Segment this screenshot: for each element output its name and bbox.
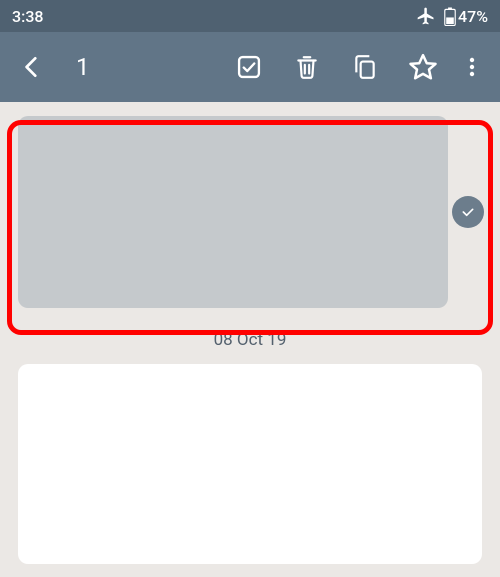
status-time: 3:38 [12, 7, 44, 26]
date-separator: 08 Oct 19 [0, 330, 500, 350]
note-card-selected[interactable] [18, 116, 448, 308]
battery-icon: 47% [444, 7, 488, 26]
status-bar: 3:38 47% [0, 0, 500, 32]
favorite-button[interactable] [394, 52, 452, 82]
selected-check-icon [452, 196, 484, 228]
airplane-mode-icon [416, 6, 436, 26]
status-right: 47% [416, 6, 488, 26]
back-button[interactable] [8, 54, 56, 80]
copy-button[interactable] [336, 53, 394, 81]
delete-button[interactable] [278, 53, 336, 81]
note-card[interactable] [18, 364, 482, 564]
selection-count: 1 [56, 53, 90, 81]
notes-list: 08 Oct 19 [0, 116, 500, 564]
select-all-button[interactable] [220, 53, 278, 81]
app-bar: 1 [0, 32, 500, 102]
more-options-button[interactable] [452, 54, 492, 80]
battery-percent: 47% [458, 7, 488, 26]
